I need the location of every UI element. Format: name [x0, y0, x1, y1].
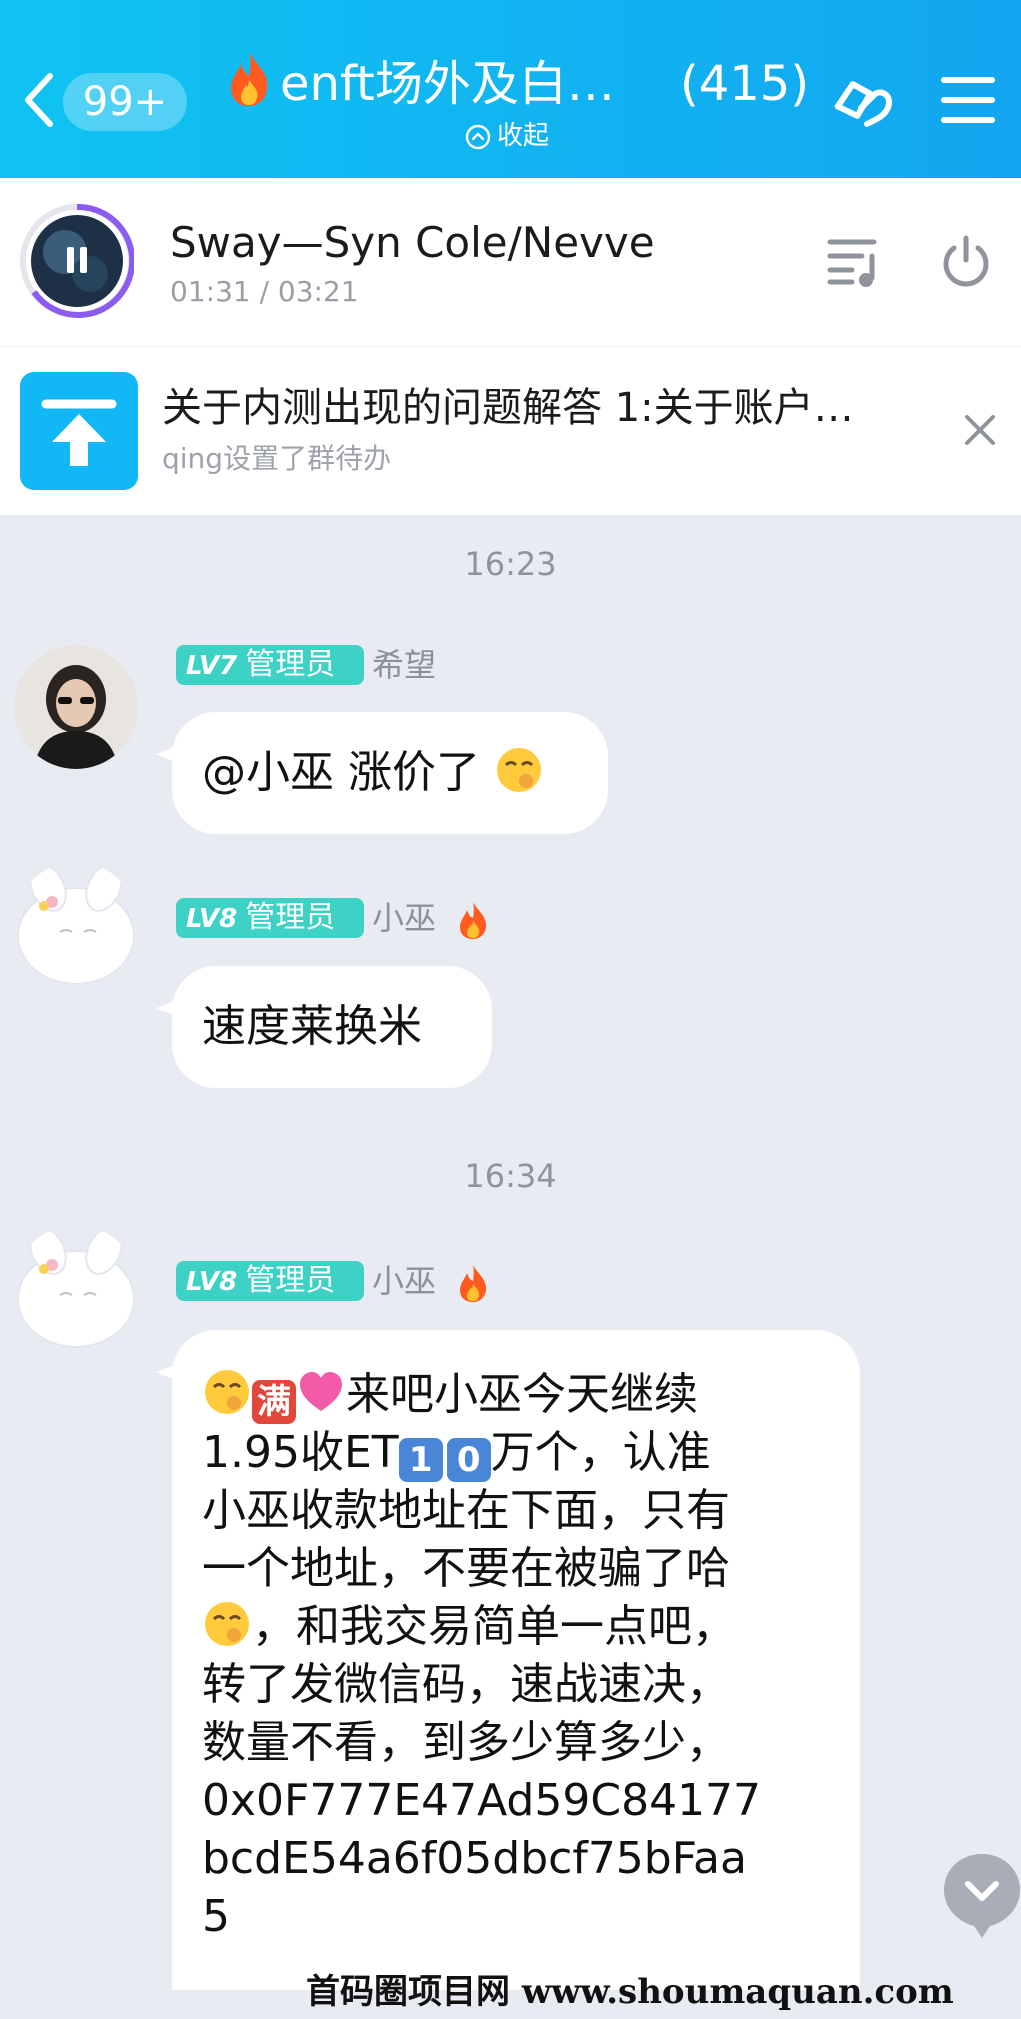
message-line: 转了发微信码，速战速决， — [202, 1659, 730, 1710]
group-title[interactable]: enft场外及白… — [280, 52, 640, 116]
level-badge: LV8 管理员 — [176, 898, 364, 938]
message-line: 小巫收款地址在下面，只有 — [202, 1485, 730, 1536]
pause-icon[interactable] — [20, 204, 134, 318]
chat-header: 99+ enft场外及白… (415) 收起 — [0, 0, 1021, 178]
message-line: 满 来吧小巫今天继续 — [202, 1366, 830, 1424]
avatar[interactable] — [14, 645, 138, 769]
pin-top-icon — [20, 372, 138, 490]
level-badge: LV8 管理员 — [176, 1261, 364, 1301]
watermark: 首码圈项目网 www.shoumaquan.com — [306, 1972, 954, 2012]
message-line: ，和我交易简单一点吧， — [202, 1598, 830, 1656]
full-emoji-icon: 满 — [252, 1380, 296, 1424]
menu-icon[interactable] — [940, 74, 996, 126]
message-bubble[interactable]: 满 来吧小巫今天继续 1.95收ET 1 0 万个，认准 小巫收款地址在下面，只有 一… — [156, 1330, 860, 1990]
smirk-emoji-icon — [205, 1370, 249, 1414]
message-line: bcdE54a6f05dbcf75bFaa — [202, 1833, 747, 1884]
message-bubble[interactable]: 速度莱换米 — [156, 966, 492, 1088]
song-title: Sway—Syn Cole/Nevve — [170, 218, 655, 267]
sender-name[interactable]: 小巫 — [372, 1259, 436, 1303]
message-line: 一个地址，不要在被骗了哈 — [202, 1543, 730, 1594]
unread-count-badge[interactable]: 99+ — [63, 73, 187, 131]
avatar[interactable] — [14, 862, 138, 986]
music-player-bar[interactable]: Sway—Syn Cole/Nevve 01:31 / 03:21 — [0, 178, 1021, 347]
sender-line: LV8 管理员 小巫 — [176, 896, 496, 942]
chevron-up-circle-icon — [465, 124, 491, 149]
notice-text: 关于内测出现的问题解答 1:关于账户… — [162, 385, 854, 431]
keycap-one-icon: 1 — [398, 1438, 443, 1482]
message-bubble[interactable]: @小巫 涨价了 — [156, 712, 608, 834]
collapse-button[interactable]: 收起 — [465, 118, 605, 154]
back-arrow-icon[interactable] — [20, 70, 60, 130]
scroll-down-icon[interactable] — [940, 1850, 1021, 1940]
close-icon[interactable] — [962, 412, 998, 448]
pinned-notice[interactable]: 关于内测出现的问题解答 1:关于账户… qing设置了群待办 — [0, 347, 1021, 515]
keycap-zero-icon: 0 — [446, 1438, 491, 1482]
smirk-emoji-icon — [205, 1602, 249, 1646]
message-line: 0x0F777E47Ad59C84177 — [202, 1775, 762, 1826]
fire-icon — [231, 52, 268, 106]
avatar[interactable] — [14, 1225, 138, 1349]
message-line: 5 — [202, 1891, 230, 1942]
message-line: 1.95收ET 1 0 万个，认准 — [202, 1427, 711, 1482]
sender-line: LV8 管理员 小巫 — [176, 1259, 496, 1305]
playlist-icon[interactable] — [826, 236, 882, 288]
link-icon[interactable] — [825, 70, 899, 134]
song-time: 01:31 / 03:21 — [170, 275, 359, 308]
fire-icon — [460, 902, 487, 939]
fire-icon — [460, 1265, 487, 1302]
sender-line: LV7 管理员 希望 — [176, 643, 476, 689]
level-badge: LV7 管理员 — [176, 645, 364, 685]
member-count: (415) — [680, 56, 810, 112]
timestamp: 16:34 — [464, 1157, 557, 1195]
sender-name[interactable]: 小巫 — [372, 896, 436, 940]
heart-emoji-icon — [300, 1372, 342, 1411]
message-text: @小巫 涨价了 — [202, 747, 480, 798]
message-text: 速度莱换米 — [202, 1001, 422, 1052]
timestamp: 16:23 — [464, 545, 557, 583]
pin-top-arrow-icon — [41, 399, 117, 466]
smirk-emoji-icon — [497, 748, 541, 792]
message-line: 数量不看，到多少算多少， — [202, 1717, 730, 1768]
collapse-label: 收起 — [497, 121, 550, 151]
sender-name[interactable]: 希望 — [372, 643, 436, 687]
notice-subtitle: qing设置了群待办 — [162, 442, 392, 475]
power-icon[interactable] — [940, 234, 992, 290]
